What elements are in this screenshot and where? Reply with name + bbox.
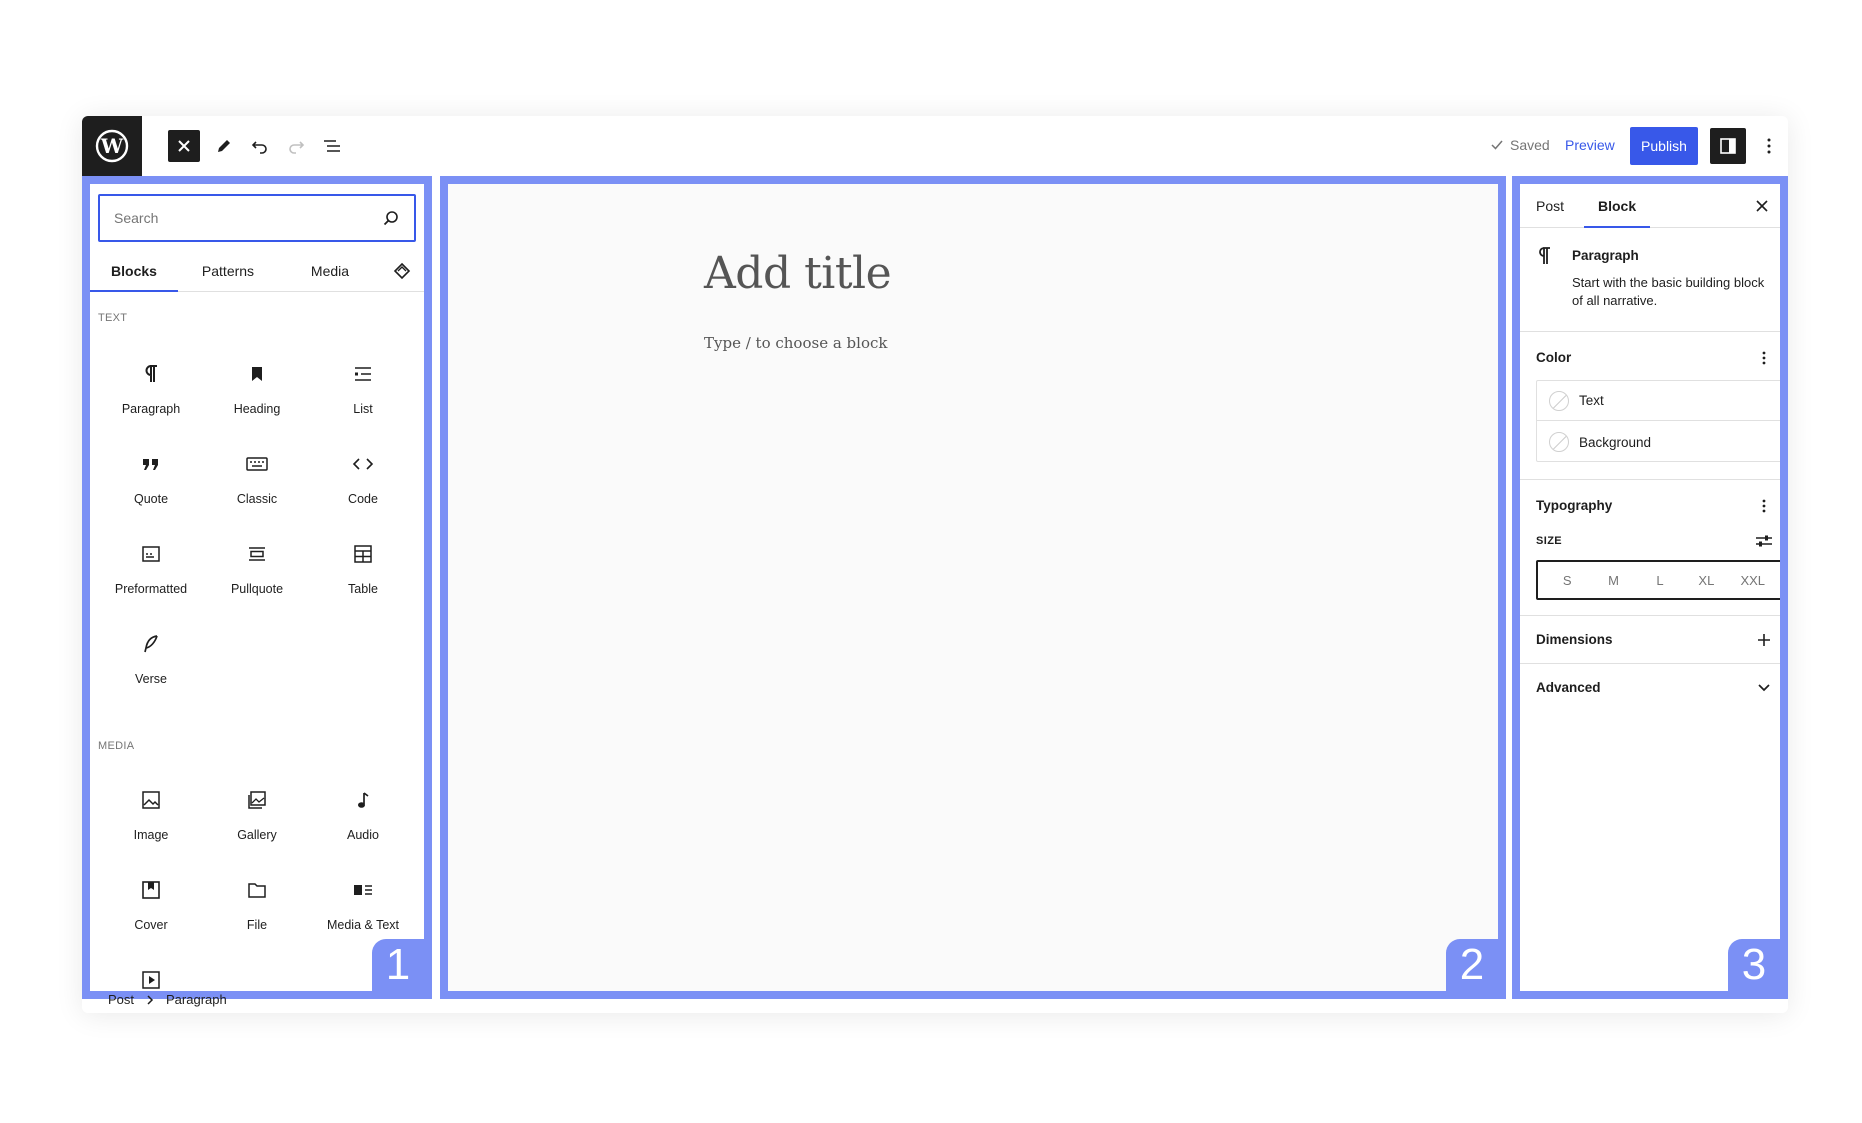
preview-button[interactable]: Preview xyxy=(1565,137,1615,153)
region-badge-3: 3 xyxy=(1728,939,1780,991)
svg-text:W: W xyxy=(100,134,124,158)
publish-button[interactable]: Publish xyxy=(1630,127,1698,165)
editor-toolbar: W Saved Preview Publish xyxy=(82,116,1788,176)
region-frame-2 xyxy=(440,176,1506,999)
pencil-icon xyxy=(218,140,230,152)
more-vertical-icon xyxy=(1767,138,1771,154)
check-icon xyxy=(1491,140,1503,150)
settings-toggle-button[interactable] xyxy=(1710,128,1746,164)
sidebar-panel-icon xyxy=(1720,138,1736,154)
saved-label: Saved xyxy=(1510,137,1550,153)
saved-status: Saved xyxy=(1490,137,1550,153)
region-badge-2: 2 xyxy=(1446,939,1498,991)
undo-icon xyxy=(251,141,267,154)
close-icon xyxy=(178,140,190,152)
options-button[interactable] xyxy=(1757,128,1781,164)
region-frame-3 xyxy=(1512,176,1788,999)
editor-window: W Saved Preview Publish Search Blocks Pa… xyxy=(82,116,1788,1013)
redo-button[interactable] xyxy=(278,128,314,164)
document-overview-button[interactable] xyxy=(314,128,350,164)
breadcrumb: Post Paragraph xyxy=(108,992,227,1007)
wordpress-logo-icon[interactable]: W xyxy=(82,116,142,176)
redo-icon xyxy=(289,141,305,154)
undo-button[interactable] xyxy=(242,128,278,164)
tools-button[interactable] xyxy=(206,128,242,164)
region-badge-1: 1 xyxy=(372,939,424,991)
breadcrumb-post[interactable]: Post xyxy=(108,992,134,1007)
breadcrumb-paragraph[interactable]: Paragraph xyxy=(166,992,227,1007)
list-view-icon xyxy=(324,140,340,152)
chevron-right-icon xyxy=(147,994,154,1005)
region-frame-1 xyxy=(82,176,432,999)
close-inserter-button[interactable] xyxy=(168,130,200,162)
